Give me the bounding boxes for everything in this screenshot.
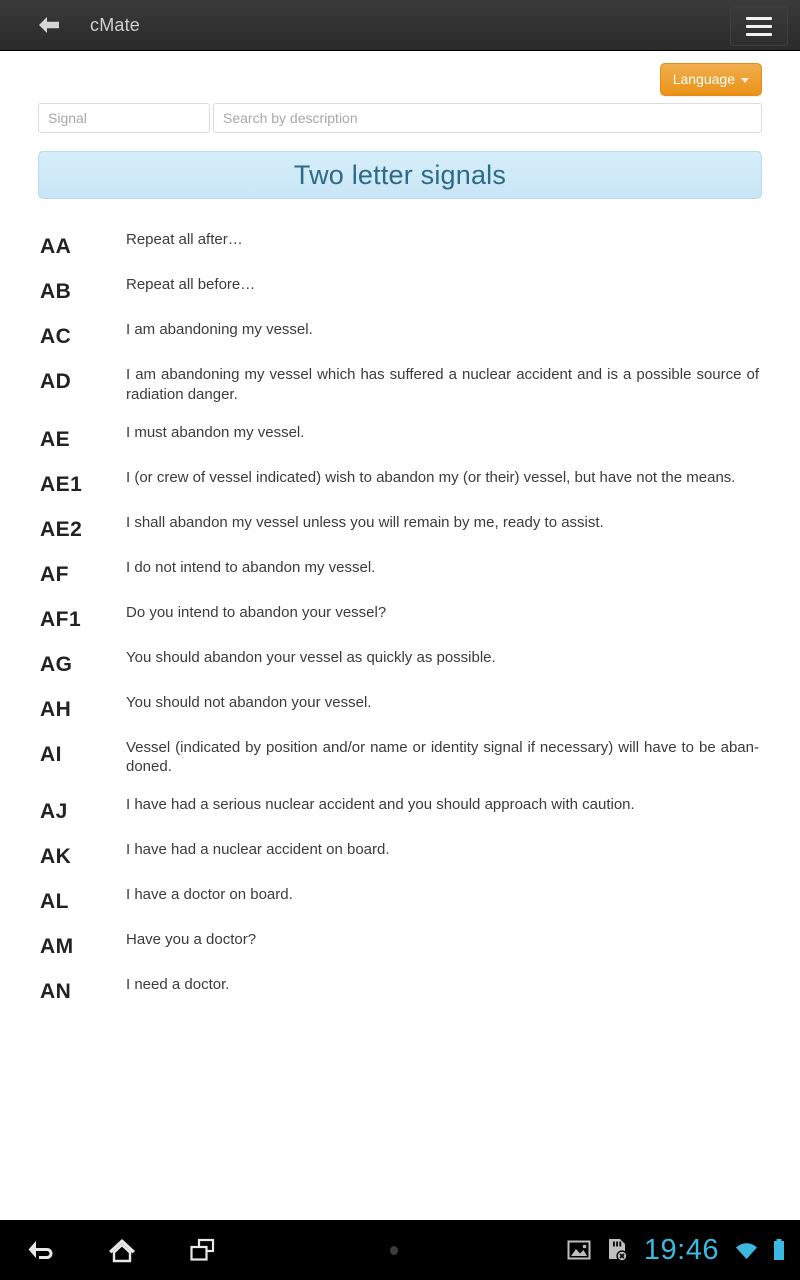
signal-description: I have had a nuclear accident on board. [126, 841, 390, 859]
signal-search-input[interactable] [38, 103, 210, 133]
signal-description: I shall abandon my vessel unless you wil… [126, 513, 604, 531]
signal-code: AA [40, 235, 72, 258]
signal-list: AA Repeat all after… AB Repeat all before… A… [0, 221, 800, 1011]
signal-description: I need a doctor. [126, 976, 230, 994]
signal-row[interactable]: AE1 I (or crew of vessel indicated) wish … [0, 459, 800, 504]
nav-home-icon[interactable] [102, 1230, 142, 1270]
app-bar: cMate [0, 0, 800, 51]
signal-code: AN [40, 980, 72, 1004]
caret-down-icon [741, 77, 749, 83]
signal-code: AD [40, 370, 72, 393]
signal-code: AI [40, 742, 62, 766]
language-button-label: Language [672, 71, 735, 87]
signal-row[interactable]: AF I do not intend to abandon my vessel. [0, 549, 800, 594]
android-navigation-bar: 19:46 [0, 1220, 800, 1280]
signal-description: You should abandon your vessel as quickl… [126, 648, 496, 666]
status-clock: 19:46 [643, 1233, 719, 1266]
section-title: Two letter signals [293, 159, 507, 190]
signal-description: I do not intend to abandon my vessel. [126, 558, 376, 576]
signal-description: Vessel (indicated by position and/or nam… [126, 738, 759, 776]
signal-description: I must abandon my vessel. [126, 423, 305, 441]
signal-row[interactable]: AA Repeat all after… [0, 221, 800, 266]
nav-dot [389, 1245, 398, 1255]
signal-code: AB [40, 280, 72, 303]
signal-description: I (or crew of vessel indicated) wish to … [126, 468, 736, 486]
signal-row[interactable]: AB Repeat all before… [0, 266, 800, 311]
signal-description: I have a doctor on board. [126, 886, 293, 904]
section-header-panel[interactable]: Two letter signals [38, 151, 762, 199]
signal-code: AM [40, 935, 74, 959]
search-bar [38, 103, 762, 133]
hamburger-bar [746, 16, 772, 20]
signal-code: AK [40, 845, 72, 869]
status-icons: 19:46 [566, 1234, 786, 1267]
signal-code: AH [40, 697, 72, 721]
page-content: Language Two letter signals AA Repeat all… [0, 51, 800, 1220]
signal-code: AJ [40, 800, 68, 824]
signal-description: I have had a serious nuclear accident an… [126, 796, 635, 814]
signal-row[interactable]: AD I am abandoning my vessel which has su… [0, 356, 800, 414]
signal-description: Do you intend to abandon your vessel? [126, 603, 387, 621]
wifi-icon [736, 1243, 757, 1259]
signal-description: I am abandoning my vessel which has suff… [126, 366, 759, 403]
hamburger-menu-icon[interactable] [730, 6, 788, 46]
signal-row[interactable]: AL I have a doctor on board. [0, 876, 800, 921]
signal-row[interactable]: AG You should abandon your vessel as quic… [0, 639, 800, 684]
app-title: cMate [90, 14, 141, 35]
signal-row[interactable]: AH You should not abandon your vessel. [0, 684, 800, 729]
nav-back-icon[interactable] [22, 1230, 62, 1270]
description-search-input[interactable] [213, 103, 762, 133]
signal-row[interactable]: AK I have had a nuclear accident on board… [0, 831, 800, 876]
signal-row[interactable]: AM Have you a doctor? [0, 921, 800, 966]
nav-menu-dot-icon[interactable] [222, 1245, 566, 1255]
signal-code: AE1 [40, 472, 83, 496]
signal-code: AE2 [40, 517, 83, 541]
signal-row[interactable]: AN I need a doctor. [0, 966, 800, 1011]
signal-row[interactable]: AJ I have had a serious nuclear accident … [0, 786, 800, 831]
signal-row[interactable]: AF1 Do you intend to abandon your vessel? [0, 594, 800, 639]
signal-description: Repeat all after… [126, 231, 243, 248]
signal-row[interactable]: AE I must abandon my vessel. [0, 414, 800, 459]
back-arrow-icon [39, 17, 59, 33]
screen: cMate Language Two letter signals AA Repe… [0, 0, 800, 1280]
sdcard-removed-icon[interactable] [604, 1237, 630, 1263]
signal-description: I am abandoning my vessel. [126, 321, 313, 338]
signal-row[interactable]: AI Vessel (indicated by position and/or n… [0, 729, 800, 787]
signal-code: AG [40, 652, 73, 676]
signal-description: Have you a doctor? [126, 931, 257, 949]
signal-description: Repeat all before… [126, 276, 256, 293]
screenshot-image-icon[interactable] [566, 1238, 592, 1262]
signal-description: You should not abandon your vessel. [126, 693, 372, 711]
hamburger-bar [746, 32, 772, 36]
signal-row[interactable]: AE2 I shall abandon my vessel unless you … [0, 504, 800, 549]
nav-buttons [22, 1230, 222, 1270]
battery-full-icon [774, 1239, 784, 1260]
nav-recents-icon[interactable] [182, 1230, 222, 1270]
back-button[interactable] [26, 0, 72, 51]
toolbar: Language [0, 51, 800, 103]
signal-code: AF1 [40, 607, 82, 631]
hamburger-bar [746, 24, 772, 28]
signal-row[interactable]: AC I am abandoning my vessel. [0, 311, 800, 356]
signal-code: AF [40, 562, 69, 586]
signal-code: AC [40, 325, 72, 348]
language-button[interactable]: Language [659, 63, 762, 96]
signal-code: AE [40, 427, 71, 451]
signal-code: AL [40, 890, 69, 914]
